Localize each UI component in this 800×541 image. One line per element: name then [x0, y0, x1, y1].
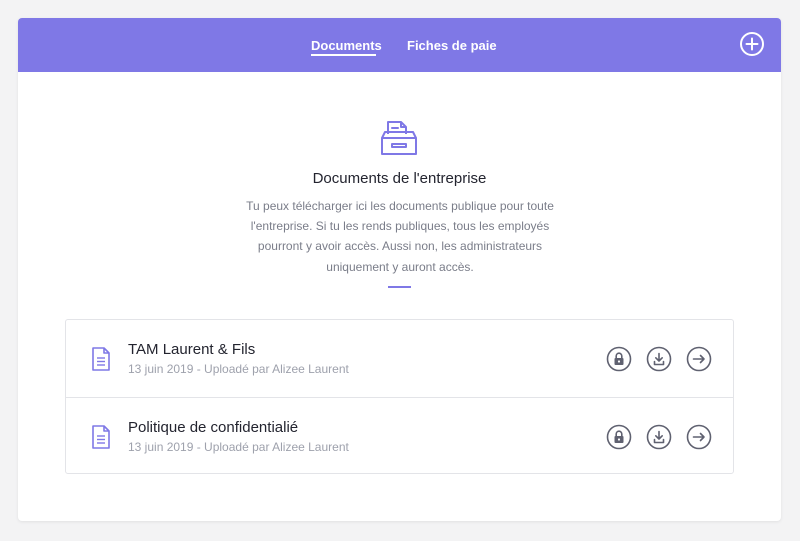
top-navigation-bar: Documents Fiches de paie [18, 18, 781, 72]
lock-icon[interactable] [606, 346, 632, 372]
file-icon [92, 347, 110, 371]
document-title[interactable]: TAM Laurent & Fils [128, 341, 255, 358]
document-tray-icon [381, 121, 417, 155]
file-icon [92, 425, 110, 449]
plus-icon [745, 37, 759, 51]
document-meta: 13 juin 2019 - Uploadé par Alizee Lauren… [128, 362, 349, 376]
add-document-button[interactable] [740, 32, 764, 56]
document-title[interactable]: Politique de confidentialié [128, 419, 298, 436]
document-row[interactable]: TAM Laurent & Fils 13 juin 2019 - Upload… [66, 320, 733, 398]
documents-card: Documents Fiches de paie Documents de l'… [18, 18, 781, 521]
download-icon[interactable] [646, 346, 672, 372]
tab-fiches-de-paie[interactable]: Fiches de paie [407, 38, 497, 53]
arrow-right-icon[interactable] [686, 346, 712, 372]
document-list: TAM Laurent & Fils 13 juin 2019 - Upload… [65, 319, 734, 474]
document-meta: 13 juin 2019 - Uploadé par Alizee Lauren… [128, 440, 349, 454]
document-row[interactable]: Politique de confidentialié 13 juin 2019… [66, 398, 733, 475]
section-description: Tu peux télécharger ici les documents pu… [246, 199, 554, 274]
arrow-right-icon[interactable] [686, 424, 712, 450]
accent-divider [388, 286, 411, 288]
section-title: Documents de l'entreprise [312, 170, 487, 187]
tab-documents[interactable]: Documents [311, 38, 382, 53]
active-tab-underline [311, 54, 376, 56]
download-icon[interactable] [646, 424, 672, 450]
lock-icon[interactable] [606, 424, 632, 450]
